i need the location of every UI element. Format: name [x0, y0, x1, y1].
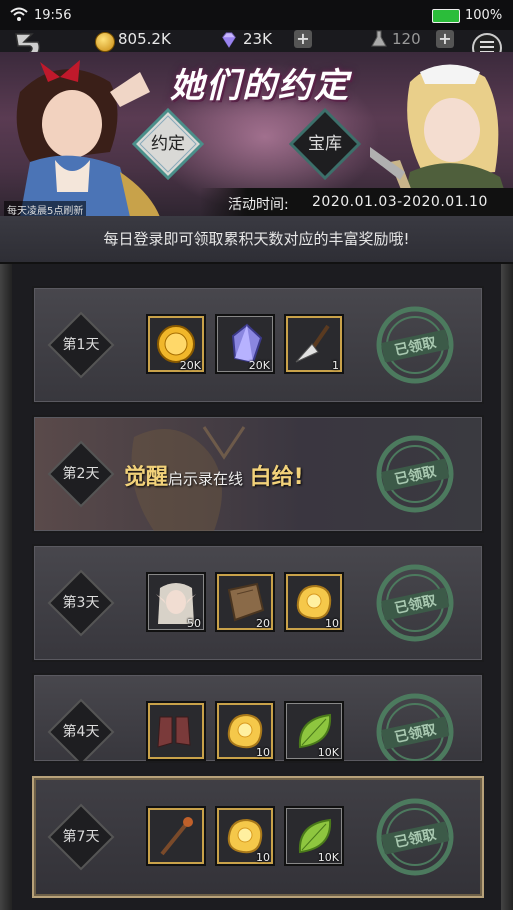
reward-item[interactable]: 10	[215, 806, 275, 866]
claimed-stamp-icon: 已领取	[376, 306, 454, 384]
gem-count: 23K	[243, 30, 272, 48]
refresh-note: 每天凌晨5点刷新	[4, 201, 87, 217]
tab-treasury[interactable]: 宝库	[289, 108, 361, 180]
battery-percent: 100%	[465, 8, 503, 23]
day-card-1[interactable]: 第1天 20K 20K 1 已领取	[32, 286, 484, 404]
event-banner: 她们的约定 约定 宝库 每天凌晨5点刷新 活动时间: 2020.01.03-20…	[0, 52, 513, 217]
promo-middle: 启示录在线	[168, 470, 244, 488]
add-gems-button[interactable]: +	[294, 30, 312, 48]
staff-icon	[160, 817, 193, 856]
event-time-value: 2020.01.03-2020.01.10	[312, 194, 488, 210]
wifi-icon	[10, 7, 28, 21]
claimed-stamp-icon: 已领取	[376, 798, 454, 876]
reward-item[interactable]: 1	[284, 314, 344, 374]
claimed-stamp-icon: 已领取	[376, 693, 454, 761]
claimed-stamp-icon: 已领取	[376, 435, 454, 513]
frame-right	[501, 264, 513, 910]
reward-item[interactable]: 10	[215, 701, 275, 761]
gold-coin-icon	[95, 32, 115, 52]
reward-item[interactable]: 10	[284, 572, 344, 632]
event-time-bar: 活动时间: 2020.01.03-2020.01.10	[200, 188, 513, 216]
reward-item[interactable]: 20	[215, 572, 275, 632]
reward-item[interactable]: 20K	[146, 314, 206, 374]
event-time-label: 活动时间:	[228, 197, 289, 213]
day-badge: 第2天	[46, 439, 116, 509]
boots-icon	[157, 716, 191, 748]
tab-treasury-label: 宝库	[308, 134, 342, 154]
reward-item[interactable]: 10K	[284, 806, 344, 866]
stamina-flask-icon	[371, 30, 387, 47]
notice-bar: 每日登录即可领取累积天数对应的丰富奖励哦!	[0, 216, 513, 264]
add-stamina-button[interactable]: +	[436, 30, 454, 48]
axe-weapon-icon	[295, 324, 330, 363]
clock: 19:56	[34, 8, 72, 23]
diamond-icon	[222, 32, 236, 49]
promo-text: 觉醒启示录在线 白给!	[124, 459, 304, 491]
day-badge: 第3天	[46, 568, 116, 638]
day-badge: 第1天	[46, 310, 116, 380]
reward-item[interactable]: 50	[146, 572, 206, 632]
day-card-3[interactable]: 第3天 50 20 10 已领取	[32, 544, 484, 662]
notice-text: 每日登录即可领取累积天数对应的丰富奖励哦!	[103, 230, 410, 248]
reward-item[interactable]	[146, 701, 206, 761]
reward-item[interactable]: 10K	[284, 701, 344, 761]
reward-item[interactable]	[146, 806, 206, 866]
tab-promise[interactable]: 约定	[132, 108, 204, 180]
promo-awaken: 觉醒	[124, 465, 169, 490]
tab-promise-label: 约定	[151, 134, 185, 154]
frame-left	[0, 264, 12, 910]
event-title: 她们的约定	[170, 66, 350, 106]
reward-item[interactable]: 20K	[215, 314, 275, 374]
day-card-7[interactable]: 第7天 10 10K 已领取	[32, 776, 484, 898]
claimed-stamp-icon: 已领取	[376, 564, 454, 642]
day-card-2[interactable]: 第2天 觉醒启示录在线 白给! 已领取	[32, 415, 484, 533]
resource-bar: 805.2K 23K + 120 +	[0, 26, 513, 63]
stamina-count: 120	[392, 30, 421, 48]
coin-count: 805.2K	[118, 30, 171, 48]
battery-icon	[432, 9, 460, 23]
day-badge: 第4天	[46, 697, 116, 761]
reward-list[interactable]: 第1天 20K 20K 1 已领取 第2天 觉醒启示录在线 白给! 已领取 第3…	[0, 264, 513, 910]
day-badge: 第7天	[46, 802, 116, 872]
day-card-4[interactable]: 第4天 10 10K 已领取	[32, 673, 484, 763]
promo-free: 白给!	[249, 465, 304, 490]
